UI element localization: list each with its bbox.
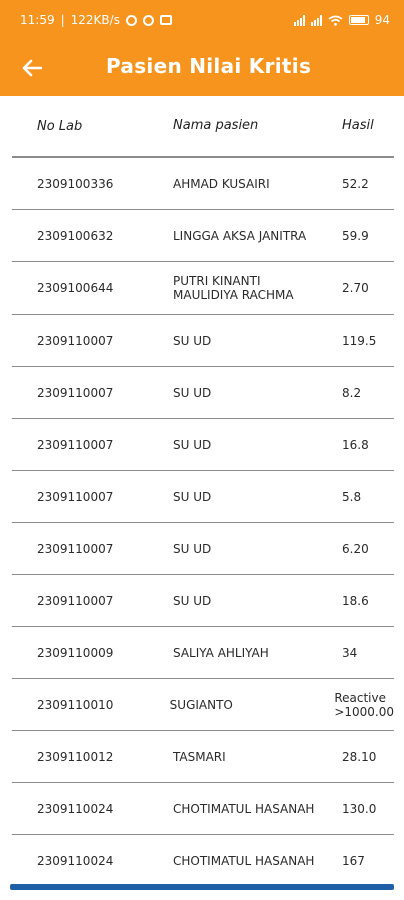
result-cell: 119.5 [342,333,377,348]
table-row[interactable]: 2309110007 SU UD 18.6 [12,575,394,627]
no-lab-cell: 2309110012 [37,749,114,764]
navigation-bar [0,884,404,900]
no-lab-cell: 2309110007 [37,541,114,556]
table-row[interactable]: 2309110007 SU UD 6.20 [12,523,394,575]
table-row[interactable]: 2309110009 SALIYA AHLIYAH 34 [12,627,394,679]
result-cell: 5.8 [342,489,362,504]
no-lab-cell: 2309100644 [37,281,114,295]
result-cell: 130.0 [342,801,377,816]
signal-icon [293,14,305,26]
result-cell: 34 [342,645,358,660]
table-row[interactable]: 2309110024 CHOTIMATUL HASANAH 130.0 [12,783,394,835]
signal-icon-2 [310,14,322,26]
column-header-hasil: Hasil [342,118,374,133]
no-lab-cell: 2309110007 [37,333,114,348]
status-bar: 11:59 | 122KB/s 94 [0,0,404,40]
table-row[interactable]: 2309110007 SU UD 8.2 [12,367,394,419]
page-title: Pasien Nilai Kritis [106,54,312,78]
table-row[interactable]: 2309110010 SUGIANTO Reactive >1000.00 [12,679,394,731]
patient-name-cell: SU UD [173,385,212,400]
wifi-icon [328,15,343,26]
patient-name-cell: CHOTIMATUL HASANAH [173,801,315,816]
status-right: 94 [293,13,390,27]
no-lab-cell: 2309110007 [37,437,114,452]
table-row[interactable]: 2309100336 AHMAD KUSAIRI 52.2 [12,158,394,210]
result-cell: Reactive >1000.00 [334,690,395,719]
patient-name-cell: SU UD [173,593,212,608]
status-left: 11:59 | 122KB/s [20,13,172,27]
no-lab-cell: 2309110007 [37,489,114,504]
arrow-left-icon [22,59,42,77]
result-cell: 18.6 [342,593,369,608]
table-row[interactable]: 2309110007 SU UD 119.5 [12,315,394,367]
no-lab-cell: 2309110024 [37,801,114,816]
table-header: No Lab Nama pasien Hasil [12,96,394,158]
patient-name-cell: SU UD [173,333,212,348]
result-cell: 52.2 [342,176,369,191]
result-cell: 167 [342,853,365,868]
status-time: 11:59 [20,13,55,27]
app-bar: 11:59 | 122KB/s 94 Pasien Nilai Kritis [0,0,404,96]
no-lab-cell: 2309110007 [37,385,114,400]
result-cell: 28.10 [342,749,377,764]
patient-name-cell: AHMAD KUSAIRI [173,176,270,191]
patient-name-cell: LINGGA AKSA JANITRA [173,228,307,243]
back-button[interactable] [18,54,46,82]
patient-name-cell: TASMARI [173,749,226,764]
table-row[interactable]: 2309110024 CHOTIMATUL HASANAH 167 [12,835,394,887]
result-cell: 6.20 [342,541,369,556]
column-header-no-lab: No Lab [37,118,83,134]
result-cell: 16.8 [342,437,369,452]
patient-name-cell: CHOTIMATUL HASANAH [173,853,315,868]
facebook-icon [142,14,154,26]
table-row[interactable]: 2309110012 TASMARI 28.10 [12,731,394,783]
notification-icon [125,14,137,26]
patient-name-cell: SALIYA AHLIYAH [173,645,269,660]
no-lab-cell: 2309110009 [37,645,114,660]
table-body: 2309100336 AHMAD KUSAIRI 52.2 2309100632 LIN… [12,158,394,887]
title-bar: Pasien Nilai Kritis [0,40,404,96]
critical-values-table: No Lab Nama pasien Hasil 2309100336 AHMAD… [12,96,394,887]
table-row[interactable]: 2309110007 SU UD 5.8 [12,471,394,523]
no-lab-cell: 2309110010 [37,697,114,712]
no-lab-cell: 2309100632 [37,228,114,243]
result-cell: 2.70 [342,281,369,295]
message-icon [159,15,172,25]
column-header-nama-pasien: Nama pasien [173,118,259,133]
battery-icon [348,15,369,25]
no-lab-cell: 2309100336 [37,176,114,191]
patient-name-cell: SUGIANTO [169,697,233,712]
table-row[interactable]: 2309110007 SU UD 16.8 [12,419,394,471]
status-divider: | [60,13,65,27]
table-row[interactable]: 2309100632 LINGGA AKSA JANITRA 59.9 [12,210,394,262]
no-lab-cell: 2309110024 [37,853,114,868]
battery-level: 94 [374,13,390,27]
result-cell: 8.2 [342,385,362,400]
result-cell: 59.9 [342,228,369,243]
status-speed: 122KB/s [70,13,120,27]
patient-name-cell: PUTRI KINANTI MAULIDIYA RACHMA [173,274,294,302]
patient-name-cell: SU UD [173,541,212,556]
no-lab-cell: 2309110007 [37,593,114,608]
table-row[interactable]: 2309100644 PUTRI KINANTI MAULIDIYA RACHMA… [12,262,394,315]
patient-name-cell: SU UD [173,437,212,452]
patient-name-cell: SU UD [173,489,212,504]
